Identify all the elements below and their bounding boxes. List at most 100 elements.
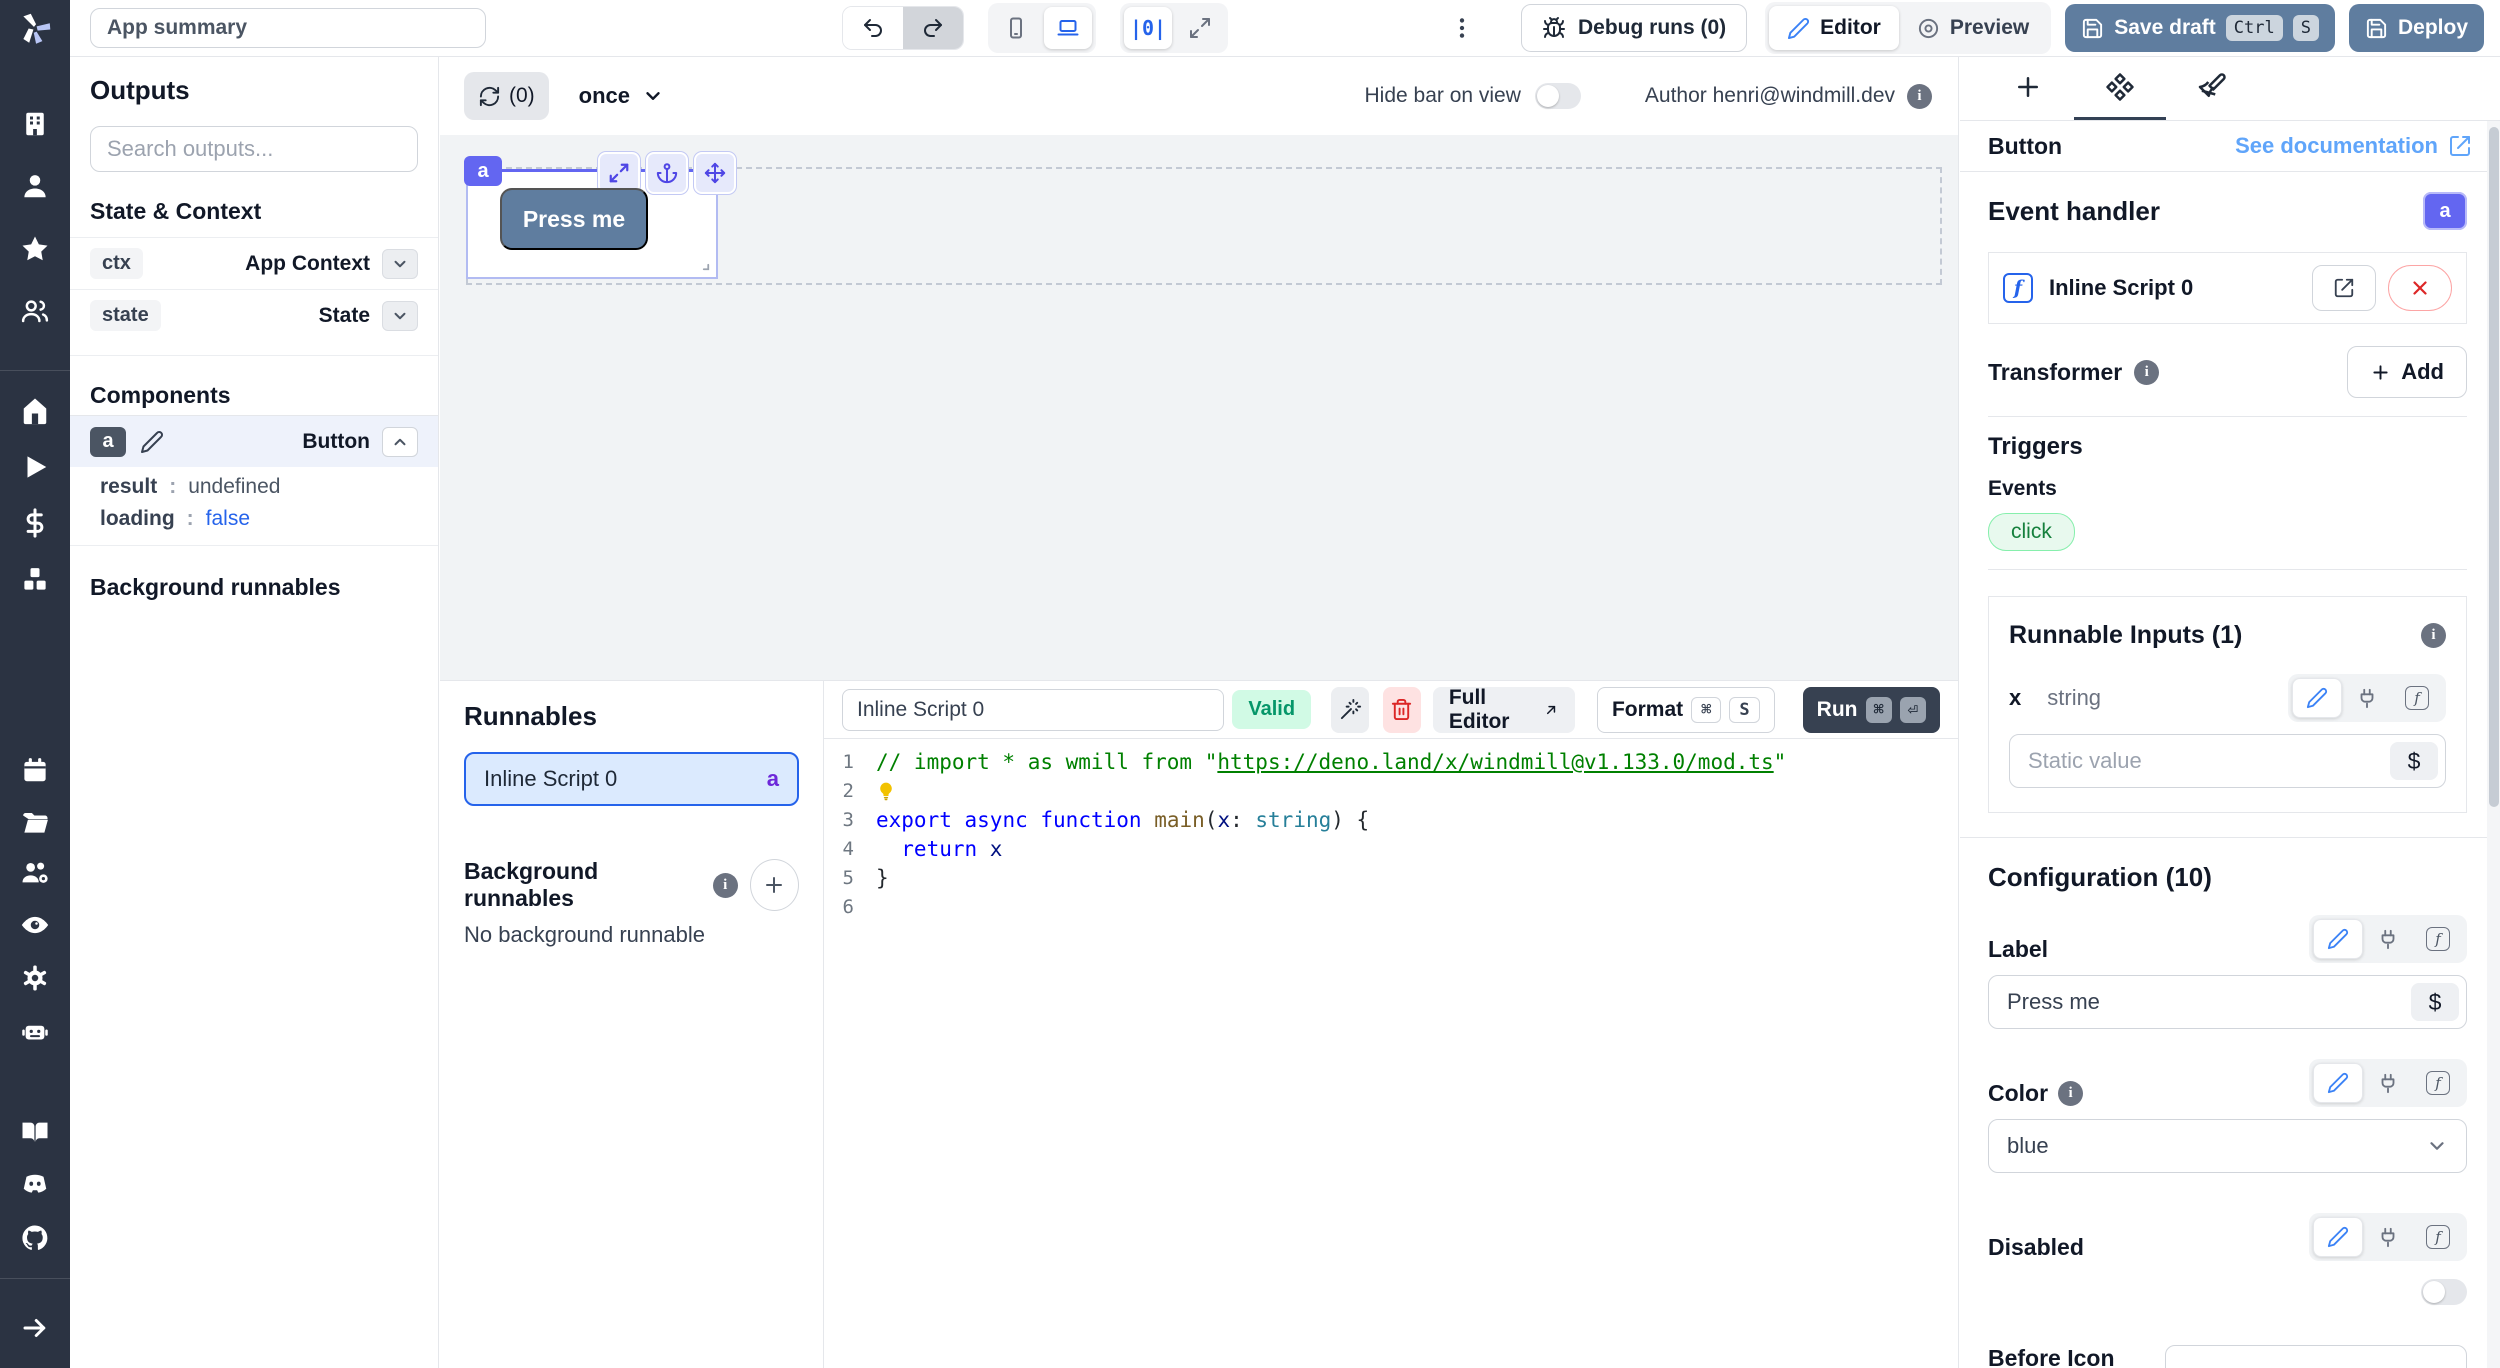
tab-editor[interactable]: Editor	[1769, 6, 1899, 50]
ctx-type-label: App Context	[245, 252, 370, 276]
resources-boxes-icon[interactable]	[0, 565, 70, 595]
rename-pencil-icon[interactable]	[140, 430, 164, 454]
connect-mode-button[interactable]	[2342, 678, 2392, 718]
divider	[70, 355, 438, 356]
redo-button[interactable]	[903, 7, 963, 49]
tab-preview[interactable]: Preview	[1899, 6, 2047, 50]
component-badge: a	[464, 156, 502, 186]
runnable-item-inline-script-0[interactable]: Inline Script 0 a	[464, 752, 799, 806]
see-documentation-link[interactable]: See documentation	[2235, 133, 2472, 159]
runs-play-icon[interactable]	[0, 452, 70, 482]
variables-dollar-icon[interactable]	[0, 508, 70, 538]
canvas-toolbar: (0) once Hide bar on view Author henri@w…	[440, 57, 1958, 135]
groups-icon[interactable]	[0, 296, 70, 326]
static-mode-button[interactable]	[2313, 919, 2363, 959]
user-icon[interactable]	[0, 171, 70, 201]
hide-bar-toggle[interactable]	[1535, 83, 1581, 109]
add-background-runnable-button[interactable]	[750, 859, 799, 911]
ctx-expand-button[interactable]	[382, 249, 418, 279]
code-editor[interactable]: 1 // import * as wmill from "https://den…	[824, 739, 1958, 1368]
static-mode-button[interactable]	[2313, 1217, 2363, 1257]
selected-component[interactable]: a Press me	[466, 169, 718, 279]
favorites-star-icon[interactable]	[0, 234, 70, 264]
runnable-name: Inline Script 0	[484, 766, 617, 792]
static-mode-button[interactable]	[2292, 678, 2342, 718]
plus-icon	[2013, 72, 2043, 102]
prop-value: undefined	[188, 475, 280, 499]
audit-eye-icon[interactable]	[0, 910, 70, 940]
ai-assist-button[interactable]	[1331, 687, 1369, 733]
events-label: Events	[1988, 477, 2467, 501]
app-canvas[interactable]: a Press me	[440, 135, 1958, 680]
github-icon[interactable]	[0, 1223, 70, 1253]
right-panel-scrollbar[interactable]	[2487, 121, 2500, 1368]
scrollbar-thumb[interactable]	[2489, 127, 2499, 807]
move-component-button[interactable]	[694, 152, 736, 194]
rail-divider	[0, 370, 70, 371]
desktop-view-button[interactable]	[1044, 7, 1092, 49]
tab-insert-component[interactable]	[1982, 57, 2074, 120]
info-icon[interactable]: i	[2058, 1081, 2083, 1106]
schedule-value: once	[579, 83, 630, 109]
app-summary-input[interactable]	[90, 8, 486, 48]
center-canvas-icon: |0|	[1130, 16, 1166, 40]
windmill-logo[interactable]	[0, 10, 70, 48]
disabled-toggle[interactable]	[2421, 1279, 2467, 1305]
deploy-button[interactable]: Deploy	[2349, 4, 2484, 52]
save-draft-button[interactable]: Save draft Ctrl S	[2065, 4, 2335, 52]
static-value-input[interactable]	[2009, 734, 2446, 788]
component-row-a[interactable]: a Button	[70, 415, 438, 467]
press-me-button[interactable]: Press me	[500, 188, 648, 250]
resize-handle[interactable]	[694, 255, 712, 273]
author-info-icon[interactable]: i	[1907, 84, 1932, 109]
color-select[interactable]: blue	[1988, 1119, 2467, 1173]
state-expand-button[interactable]	[382, 301, 418, 331]
home-icon[interactable]	[0, 396, 70, 426]
docs-book-icon[interactable]	[0, 1117, 70, 1147]
info-icon[interactable]: i	[2134, 360, 2159, 385]
run-button[interactable]: Run ⌘ ⏎	[1803, 687, 1940, 733]
collapse-arrow-icon[interactable]	[0, 1313, 70, 1343]
format-label: Format	[1612, 698, 1683, 722]
format-button[interactable]: Format ⌘ S	[1597, 687, 1775, 733]
schedules-calendar-icon[interactable]	[0, 755, 70, 785]
undo-button[interactable]	[843, 7, 903, 49]
folders-icon[interactable]	[0, 808, 70, 838]
refresh-runnables-button[interactable]: (0)	[464, 72, 549, 120]
fullscreen-button[interactable]	[1176, 7, 1224, 49]
quickfix-lightbulb-icon[interactable]	[876, 781, 896, 801]
component-collapse-button[interactable]	[382, 427, 418, 457]
input-type: string	[2047, 685, 2101, 711]
discord-icon[interactable]	[0, 1169, 70, 1199]
label-field-header: Label f	[1988, 915, 2467, 963]
output-row-state[interactable]: state State	[70, 289, 438, 341]
static-mode-button[interactable]	[2313, 1063, 2363, 1103]
debug-runs-button[interactable]: Debug runs (0)	[1521, 4, 1747, 52]
info-icon[interactable]: i	[713, 873, 738, 898]
schedule-select[interactable]: once	[579, 83, 664, 109]
delete-script-button[interactable]	[1383, 687, 1421, 733]
center-canvas-button[interactable]: |0|	[1124, 7, 1172, 49]
anchor-component-button[interactable]	[646, 152, 688, 194]
script-name-input[interactable]	[842, 689, 1224, 731]
event-handler-script-row[interactable]: f Inline Script 0	[1988, 252, 2467, 324]
pen-icon	[1787, 17, 1810, 40]
more-menu-button[interactable]	[1443, 15, 1481, 41]
top-toolbar: |0| Debug runs (0) Editor Preview	[70, 0, 2500, 57]
tab-styling[interactable]	[2166, 57, 2258, 120]
workspace-icon[interactable]	[0, 109, 70, 139]
ai-robot-icon[interactable]	[0, 1017, 70, 1047]
open-script-button[interactable]	[2312, 265, 2376, 311]
output-row-ctx[interactable]: ctx App Context	[70, 237, 438, 289]
right-panel-tabs	[1960, 57, 2500, 121]
pencil-icon	[2306, 687, 2328, 709]
full-editor-button[interactable]: Full Editor	[1433, 687, 1575, 733]
search-outputs-input[interactable]	[90, 126, 418, 172]
workers-users-gear-icon[interactable]	[0, 858, 70, 888]
script-name-label: Inline Script 0	[2049, 275, 2193, 301]
ctx-key-badge: ctx	[90, 248, 143, 279]
settings-gear-icon[interactable]	[0, 963, 70, 993]
tab-component-settings[interactable]	[2074, 57, 2166, 120]
label-value-input[interactable]	[1988, 975, 2467, 1029]
mobile-view-button[interactable]	[992, 7, 1040, 49]
